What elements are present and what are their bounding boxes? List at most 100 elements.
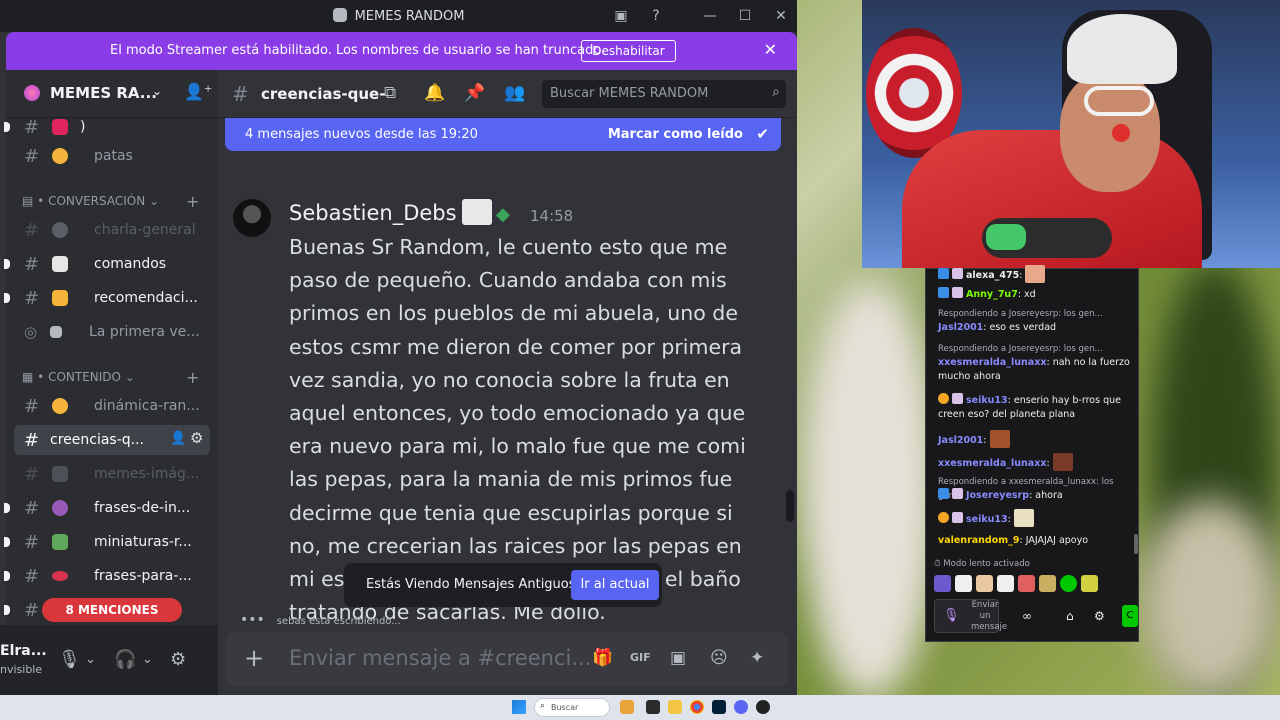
chat-user[interactable]: Jasl2001 <box>938 435 983 446</box>
chrome-icon[interactable] <box>690 700 704 714</box>
chat-send-button[interactable]: C <box>1122 605 1138 627</box>
gear-icon[interactable]: ⚙ <box>170 649 186 670</box>
chat-reply: Respondiendo a Josereyesrp: los gen... <box>938 307 1134 321</box>
message-author[interactable]: Sebastien_Debs <box>289 201 457 225</box>
channel-label: memes-imág... <box>94 466 200 482</box>
channel-title: creencias-que- <box>261 85 386 103</box>
channel-item[interactable]: # ) <box>4 112 210 142</box>
apps-icon[interactable]: ✦ <box>750 648 764 668</box>
category-conversation[interactable]: ▤ • CONVERSACIÓN ⌄ + <box>22 192 199 211</box>
emote-icon[interactable] <box>1039 575 1056 592</box>
photoshop-icon[interactable] <box>712 700 726 714</box>
chat-input[interactable]: 🎙 Enviar un mensaje <box>934 599 1007 633</box>
taskbar-search[interactable]: ⌕ Buscar <box>534 698 610 717</box>
chat-user[interactable]: seiku13 <box>966 514 1008 525</box>
reply-text: Respondiendo a Josereyesrp: los gen... <box>938 344 1103 354</box>
close-window-button[interactable]: ✕ <box>771 6 791 26</box>
channel-item[interactable]: # frases-para-... <box>4 561 210 591</box>
channel-item[interactable]: # recomendaci... <box>4 283 210 313</box>
gear-icon[interactable]: ⚙ <box>190 429 203 447</box>
chevron-down-icon[interactable]: ⌄ <box>142 652 153 667</box>
invite-icon[interactable]: 👤⁺ <box>184 82 212 101</box>
task-view-icon[interactable] <box>646 700 660 714</box>
channel-item[interactable]: # patas <box>14 141 210 171</box>
emote-icon[interactable] <box>934 575 951 592</box>
channel-item[interactable]: # miniaturas-r... <box>4 527 210 557</box>
chat-text: : <box>1046 458 1050 469</box>
help-icon[interactable]: ? <box>646 6 666 26</box>
add-channel-icon[interactable]: + <box>186 192 199 211</box>
background-blur <box>1140 500 1280 700</box>
emote-icon[interactable] <box>1060 575 1077 592</box>
emote-icon[interactable] <box>1081 575 1098 592</box>
scrollbar[interactable] <box>786 490 794 522</box>
gear-icon[interactable]: ⚙ <box>1094 609 1105 623</box>
chat-user[interactable]: Josereyesrp <box>966 490 1029 501</box>
message-composer[interactable]: + Enviar mensaje a #creenci... 🎁 GIF ▣ ☹… <box>226 632 788 686</box>
chat-user[interactable]: alexa_475 <box>966 270 1019 281</box>
hash-icon: # <box>24 146 40 167</box>
emote-icon[interactable] <box>955 575 972 592</box>
emote-icon[interactable] <box>976 575 993 592</box>
file-explorer-icon[interactable] <box>668 700 682 714</box>
close-icon[interactable]: ✕ <box>764 40 777 59</box>
chat-user[interactable]: valenrandom_9 <box>938 535 1020 546</box>
widget-icon[interactable] <box>620 700 634 714</box>
avatar[interactable] <box>233 199 271 237</box>
category-icon: ▤ • <box>22 194 45 208</box>
chat-user[interactable]: Anny_7u7 <box>966 289 1018 300</box>
plus-icon[interactable]: + <box>244 644 264 672</box>
badge-icon <box>952 512 963 523</box>
maximize-button[interactable]: ☐ <box>735 6 755 26</box>
hash-icon: # <box>24 600 40 621</box>
points-icon[interactable]: ∞ <box>1022 609 1032 623</box>
obs-icon[interactable] <box>756 700 770 714</box>
new-mentions-pill[interactable]: 8 MENCIONES NUEVAS <box>42 598 182 641</box>
pin-icon[interactable]: 📌 <box>464 83 485 103</box>
chat-scrollbar[interactable] <box>1134 534 1138 554</box>
inbox-icon[interactable]: ▣ <box>611 6 631 26</box>
chat-message: xxesmeralda_lunaxx: nah no la fuerzo muc… <box>938 356 1134 384</box>
username[interactable]: Elra... <box>0 643 47 659</box>
jump-to-present-button[interactable]: Ir al actual <box>571 570 659 600</box>
category-content[interactable]: ▦ • CONTENIDO ⌄ + <box>22 368 199 387</box>
microphone-icon[interactable]: 🎙 <box>58 649 81 670</box>
mark-as-read-button[interactable]: Marcar como leído <box>608 127 743 142</box>
disable-streamer-button[interactable]: Deshabilitar <box>581 40 676 62</box>
discord-icon[interactable] <box>734 700 748 714</box>
chat-message: alexa_475: <box>938 265 1134 283</box>
emote-icon[interactable] <box>1018 575 1035 592</box>
channel-item[interactable]: # comandos <box>4 249 210 279</box>
chat-user[interactable]: seiku13 <box>966 395 1008 406</box>
emoji-icon[interactable]: ☹ <box>710 648 728 668</box>
chat-user[interactable]: Jasl2001 <box>938 322 983 333</box>
windows-start-icon[interactable] <box>512 700 526 714</box>
headphones-icon[interactable]: 🎧 <box>114 649 136 670</box>
threads-icon[interactable]: ⧉ <box>384 83 396 103</box>
channel-item[interactable]: # dinámica-ran... <box>14 391 210 421</box>
store-icon[interactable]: ⌂ <box>1066 609 1074 623</box>
channel-item[interactable]: # memes-imág... <box>14 459 210 489</box>
sticker-icon[interactable]: ▣ <box>670 648 686 668</box>
search-input[interactable]: Buscar MEMES RANDOM ⌕ <box>542 80 786 108</box>
channel-item-active[interactable]: # creencias-q... 👤 ⚙ <box>14 425 210 455</box>
server-header[interactable]: MEMES RA... ⌄ 👤⁺ <box>6 70 218 118</box>
reply-text: Respondiendo a Josereyesrp: los gen... <box>938 309 1103 319</box>
members-icon[interactable]: 👥 <box>504 83 525 103</box>
bell-icon[interactable]: 🔔 <box>424 83 445 103</box>
chevron-down-icon[interactable]: ⌄ <box>85 652 96 667</box>
channel-item[interactable]: ◎ La primera ve... <box>14 317 210 347</box>
microphone-icon[interactable]: 🎙 <box>943 608 960 623</box>
gift-icon[interactable]: 🎁 <box>592 648 613 668</box>
add-channel-icon[interactable]: + <box>186 368 199 387</box>
add-member-icon[interactable]: 👤 <box>170 431 186 446</box>
emote-icon[interactable] <box>997 575 1014 592</box>
minimize-button[interactable]: — <box>700 6 720 26</box>
chat-user[interactable]: xxesmeralda_lunaxx <box>938 357 1046 368</box>
chat-user[interactable]: xxesmeralda_lunaxx <box>938 458 1046 469</box>
channel-item[interactable]: # frases-de-in... <box>4 493 210 523</box>
gif-icon[interactable]: GIF <box>630 651 651 664</box>
channel-item[interactable]: # charla-general <box>14 215 210 245</box>
chevron-down-icon: ⌄ <box>152 84 163 98</box>
new-messages-bar[interactable]: 4 mensajes nuevos desde las 19:20 Marcar… <box>225 118 781 151</box>
